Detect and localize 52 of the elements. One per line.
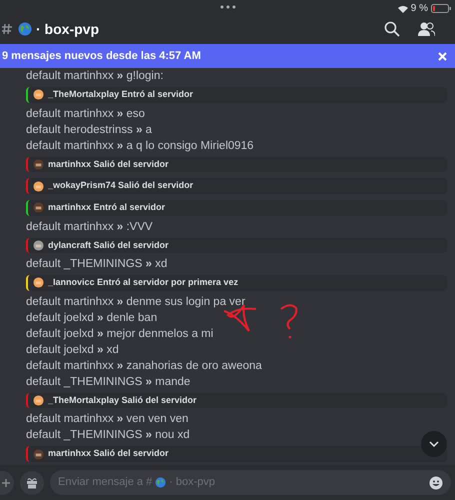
avatar-icon [33, 180, 44, 192]
chat-message: default _THEMININGS » mande [26, 374, 192, 390]
gift-button[interactable] [20, 470, 44, 494]
event-text: dylancraft Salió del servidor [48, 238, 169, 252]
avatar-icon [33, 240, 44, 251]
emoji-icon[interactable] [429, 476, 443, 490]
avatar-icon [33, 202, 44, 214]
wifi-icon [398, 4, 408, 12]
members-icon[interactable] [418, 22, 435, 36]
chat-message: default martinhxx » ven ven ven [26, 412, 190, 428]
event-text: martinhxx Salió del servidor [48, 158, 169, 171]
battery-icon [431, 4, 451, 13]
chat-message: default martinhxx » :VVV [26, 220, 154, 234]
chat-message: default herodestrinss » a [26, 122, 153, 138]
thread-hash-icon [2, 23, 14, 35]
avatar-icon [33, 395, 44, 406]
chevron-down-icon [429, 441, 439, 447]
chat-message: default joelxd » xd [26, 342, 120, 358]
event-text: _Iannovicc Entró al servidor por primera vez [48, 276, 238, 290]
avatar-icon [33, 158, 44, 170]
gift-icon [26, 476, 38, 488]
chat-message: default martinhxx » zanahorias de oro aweona [26, 358, 263, 374]
multitask-dots-icon[interactable] [220, 5, 236, 9]
placeholder-text: · box-pvp [169, 475, 216, 490]
message-input-field[interactable]: Enviar mensaje a # · box-pvp [50, 470, 451, 495]
scroll-down-button[interactable] [421, 431, 447, 457]
plus-icon [2, 478, 10, 486]
chat-message: default _THEMININGS » xd [26, 257, 168, 272]
avatar-icon [33, 448, 44, 460]
search-icon[interactable] [384, 21, 400, 37]
avatar-icon [33, 89, 44, 100]
globe-icon [18, 22, 32, 36]
placeholder-text: Enviar mensaje a # [58, 475, 152, 490]
chat-message: default joelxd » denle ban [26, 310, 158, 326]
chat-message: default _THEMININGS » nou xd [26, 428, 191, 444]
channel-name: · box-pvp [36, 20, 99, 39]
new-messages-banner[interactable]: 9 mensajes nuevos desde las 4:57 AM [0, 44, 455, 68]
close-icon[interactable] [438, 52, 447, 60]
chat-message: default martinhxx » denme sus login pa ver [26, 294, 246, 310]
battery-percent: 9 % [410, 2, 428, 16]
globe-icon [155, 477, 166, 488]
event-text: martinhxx Entró al servidor [48, 200, 166, 214]
chat-message: default joelxd » mejor denmelos a mi [26, 326, 214, 342]
event-text: _wokayPrism74 Salió del servidor [48, 179, 194, 192]
banner-text: 9 mensajes nuevos desde las 4:57 AM [2, 48, 202, 64]
event-text: martinhxx Salió del servidor [48, 447, 169, 460]
avatar-icon [33, 277, 44, 288]
event-text: _TheMortalxplay Salió del servidor [48, 394, 197, 407]
chat-message: default martinhxx » g!login: [26, 69, 164, 84]
event-text: _TheMortalxplay Entró al servidor [48, 88, 194, 102]
chat-message: default martinhxx » eso [26, 106, 146, 122]
chat-message: default martinhxx » a q lo consigo Miriel0916 [26, 138, 255, 154]
